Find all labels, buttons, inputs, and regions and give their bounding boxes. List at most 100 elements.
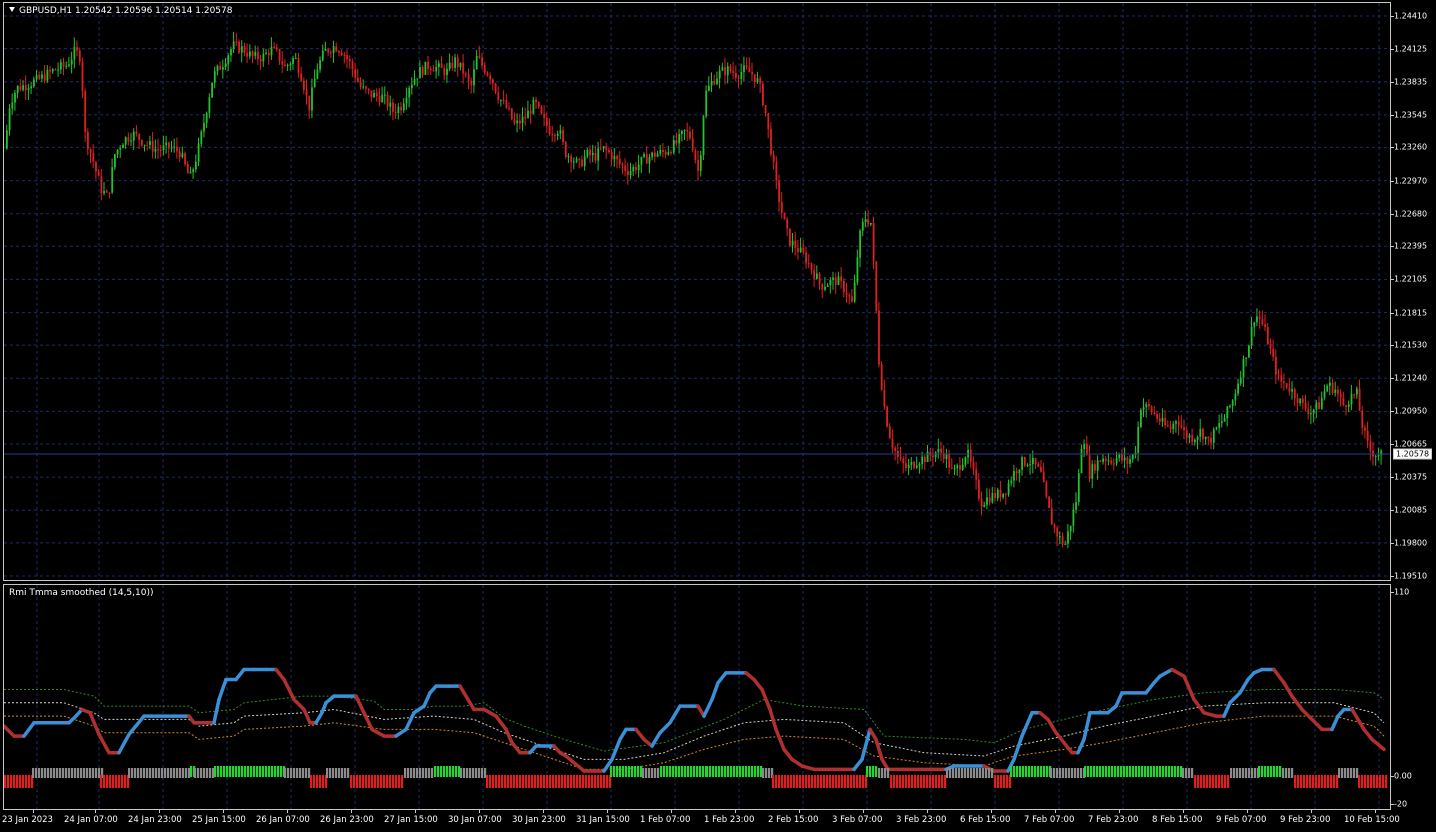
histogram-bar [287, 768, 290, 778]
histogram-bar [1010, 766, 1013, 777]
candle-body [519, 120, 521, 124]
candle-body [656, 153, 659, 157]
histogram-bar [118, 775, 121, 788]
histogram-bar [1144, 766, 1147, 777]
candle-body [999, 489, 1002, 498]
time-axis-label: 26 Jan 07:00 [256, 815, 310, 825]
time-axis-tick [1183, 810, 1184, 813]
time-axis-tick [1311, 810, 1312, 813]
histogram-bar [458, 766, 461, 777]
histogram-bar [1282, 768, 1285, 778]
histogram-bar [513, 775, 516, 788]
time-axis-tick [735, 810, 736, 813]
histogram-bar [856, 775, 859, 788]
candle-body [70, 59, 73, 65]
candle-body [300, 73, 303, 81]
candle-body [1234, 393, 1237, 401]
candle-body [516, 120, 519, 124]
histogram-bar [173, 768, 176, 778]
histogram-bar [1046, 766, 1049, 777]
candle-body [556, 133, 559, 136]
candle-body [240, 46, 243, 53]
time-axis-label: 25 Jan 15:00 [192, 815, 246, 825]
histogram-bar [696, 766, 699, 777]
histogram-bar [1171, 766, 1174, 777]
candle-body [1072, 509, 1075, 526]
candle-body [348, 59, 351, 62]
candle-body [124, 137, 127, 145]
histogram-bar [1197, 775, 1200, 788]
histogram-bar [778, 775, 781, 788]
histogram-bar [1373, 775, 1376, 788]
candle-body [343, 54, 346, 56]
histogram-bar [787, 775, 790, 788]
candle-body [219, 65, 222, 70]
histogram-bar [310, 775, 313, 788]
candle-body [1285, 383, 1288, 388]
histogram-bar [185, 768, 188, 778]
histogram-bar [687, 766, 690, 777]
candle-body [899, 456, 902, 459]
histogram-bar [407, 768, 410, 778]
histogram-bar [247, 766, 250, 777]
candle-body [232, 41, 235, 50]
histogram-bar [103, 775, 106, 788]
histogram-bar [555, 775, 558, 788]
candle-body [381, 94, 384, 103]
histogram-bar [1185, 768, 1188, 778]
candle-body [1288, 387, 1291, 392]
candle-body [1045, 482, 1048, 497]
histogram-bar [979, 768, 982, 778]
candle-body [1110, 460, 1113, 464]
histogram-bar [1279, 766, 1282, 777]
candle-body [1304, 402, 1307, 409]
candle-body [1034, 458, 1037, 464]
histogram-bar [651, 768, 654, 778]
candle-body [894, 447, 897, 451]
histogram-bar [1273, 766, 1276, 777]
histogram-bar [648, 768, 651, 778]
histogram-bar [401, 775, 404, 788]
candle-body [1026, 464, 1029, 466]
price-chart-canvas [4, 3, 1390, 580]
candle-body [745, 65, 748, 68]
histogram-bar [446, 766, 449, 777]
candle-body [373, 92, 375, 98]
time-axis-label: 23 Jan 2023 [2, 815, 53, 825]
histogram-bar [920, 775, 923, 788]
candle-body [378, 96, 381, 103]
histogram-bar [16, 775, 19, 788]
histogram-bar [1312, 775, 1315, 788]
histogram-bar [365, 775, 368, 788]
candle-body [313, 78, 316, 88]
histogram-bar [600, 775, 603, 788]
histogram-bar [395, 775, 398, 788]
histogram-bar [167, 768, 170, 778]
candle-body [870, 223, 872, 225]
candle-body [1032, 458, 1034, 465]
chart-window[interactable]: GBPUSD,H1 1.20542 1.20596 1.20514 1.2057… [0, 0, 1436, 832]
histogram-bar [1358, 775, 1361, 788]
candle-body [186, 164, 189, 174]
rmi-segment [22, 721, 36, 738]
candle-body [902, 458, 905, 464]
candle-body [735, 73, 737, 78]
candle-body [994, 493, 996, 499]
candle-body [294, 57, 297, 59]
histogram-bar [1162, 766, 1165, 777]
candle-body [257, 51, 259, 60]
candle-body [141, 140, 143, 146]
candle-body [624, 165, 627, 171]
rmi-segment [370, 727, 386, 738]
price-chart-pane[interactable]: GBPUSD,H1 1.20542 1.20596 1.20514 1.2057… [3, 2, 1391, 581]
candle-body [956, 465, 959, 469]
dropdown-triangle-icon[interactable] [9, 7, 15, 12]
histogram-bar [1203, 775, 1206, 788]
indicator-pane[interactable]: Rmi Tmma smoothed (14,5,10)) [3, 584, 1391, 810]
histogram-bar [1153, 766, 1156, 777]
histogram-bar [466, 768, 469, 778]
histogram-bar [582, 775, 585, 788]
candle-body [149, 141, 151, 145]
candle-body [872, 223, 875, 262]
candle-body [554, 135, 556, 137]
